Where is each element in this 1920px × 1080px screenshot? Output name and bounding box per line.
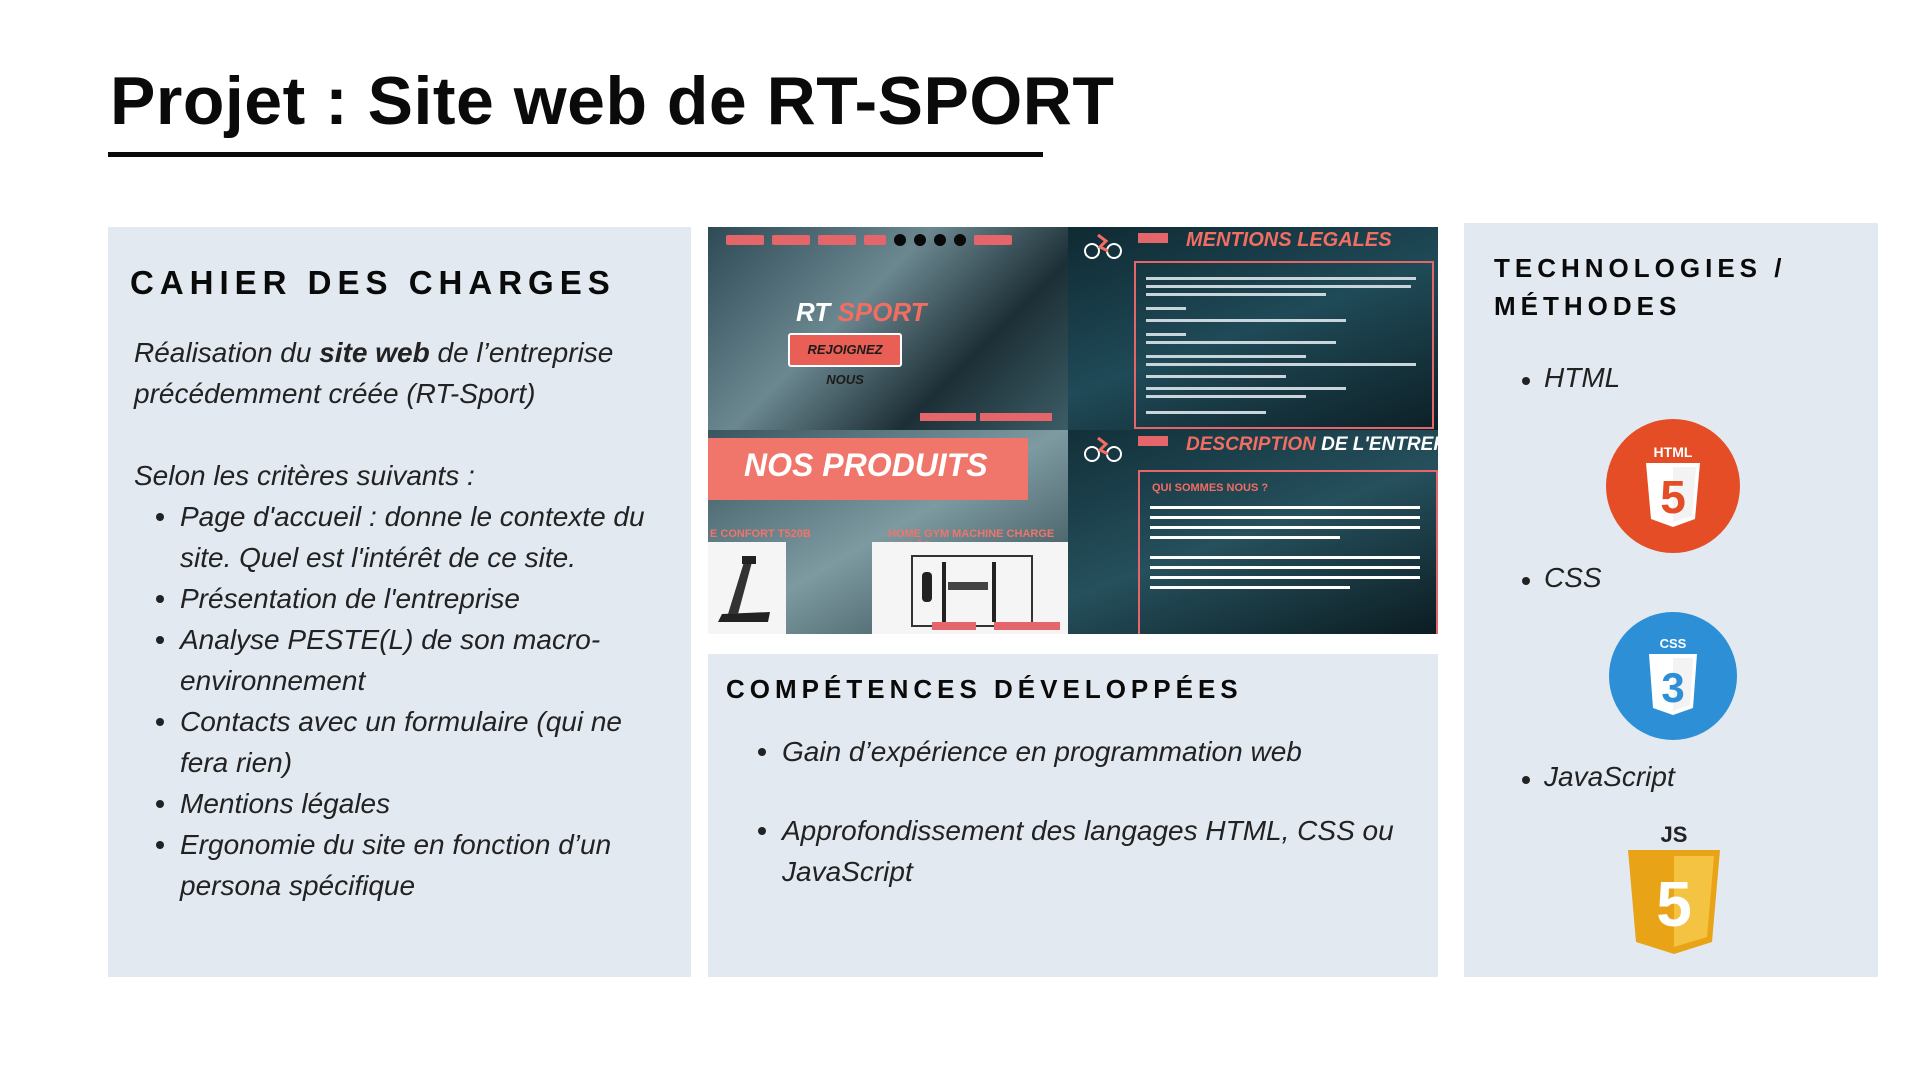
text-line [1146,307,1186,310]
twitter-icon [934,234,946,246]
treadmill-icon [718,556,770,622]
homepage-screenshot: RT SPORT REJOIGNEZ NOUS [708,227,1068,430]
mentions-title: MENTIONS LEGALES [1186,229,1392,251]
competences-list: Gain d’expérience en programmation web A… [758,731,1418,892]
html5-icon: HTML 5 [1606,419,1740,553]
html5-shield: HTML 5 [1646,444,1700,527]
html-badge-text: HTML [1654,444,1693,460]
text-line [1150,516,1420,519]
description-screenshot: DESCRIPTION DE L'ENTREPPRIS QUI SOMMES N… [1068,430,1438,634]
css-badge-text: CSS [1660,636,1687,651]
css3-icon: CSS 3 [1609,612,1737,740]
list-item: Gain d’expérience en programmation web [758,731,1418,772]
text-line [1146,319,1346,322]
back-chip [1138,233,1168,243]
title-underline [108,152,1043,157]
tech-item-html: HTML [1521,362,1621,393]
legal-text-box [1134,261,1434,429]
list-item: Page d'accueil : donne le contexte du si… [156,496,671,578]
back-chip [1138,436,1168,446]
list-item: Approfondissement des langages HTML, CSS… [758,810,1418,892]
product-card [872,542,1068,634]
intro-paragraph: Réalisation du site web de l’entreprise … [134,332,671,414]
nav-chip [818,235,856,245]
text-line [1146,341,1336,344]
list-item: Ergonomie du site en fonction d’un perso… [156,824,671,906]
list-item: Mentions légales [156,783,671,824]
mini-button [980,413,1052,421]
facebook-icon [914,234,926,246]
description-accent: DESCRIPTION [1186,434,1316,455]
text-line [1150,526,1420,529]
criteria-intro: Selon les critères suivants : [134,460,475,491]
cahier-heading: CAHIER DES CHARGES [130,264,616,301]
list-item: Contacts avec un formulaire (qui ne fera… [156,701,671,783]
logo-rt: RT [796,297,831,327]
description-text-box: QUI SOMMES NOUS ? [1138,470,1438,634]
text-line [1146,355,1306,358]
text-line [1146,285,1411,288]
text-line [1150,566,1420,569]
mini-button [920,413,976,421]
cahier-des-charges-panel: CAHIER DES CHARGES Réalisation du site w… [108,227,691,977]
website-screenshots-collage: RT SPORT REJOIGNEZ NOUS MENTIONS LEGALES [708,227,1438,634]
description-rest: DE L'ENTREPPRIS [1321,434,1438,455]
technologies-heading-line2: MÉTHODES [1494,291,1682,321]
js-icon: JS 5 [1628,822,1720,954]
page-title: Projet : Site web de RT-SPORT [110,63,1115,139]
nav-chip [772,235,810,245]
css3-shield: CSS 3 [1649,636,1697,715]
text-line [1150,556,1420,559]
list-item: Analyse PESTE(L) de son macro-environnem… [156,619,671,701]
text-line [1150,576,1420,579]
product-card [708,542,786,634]
html-badge-digit: 5 [1660,471,1686,523]
rt-sport-logo: RT SPORT [796,297,927,328]
runner-logo-icon [1084,436,1122,462]
mentions-legales-screenshot: MENTIONS LEGALES [1068,227,1438,430]
technologies-heading-line1: TECHNOLOGIES / [1494,253,1787,283]
tech-item-javascript: JavaScript [1522,761,1675,792]
produits-title: NOS PRODUITS [744,447,988,483]
text-line [1146,395,1306,398]
js-badge-digit: 5 [1656,868,1692,940]
rejoignez-button: REJOIGNEZ NOUS [788,333,902,387]
text-line [1146,387,1346,390]
nav-chip [726,235,764,245]
text-line [1150,506,1420,509]
mini-button [994,622,1060,630]
text-line [1150,586,1350,589]
nav-chip [974,235,1012,245]
tech-item-css: CSS [1522,562,1602,593]
intro-text-before: Réalisation du [134,337,320,368]
nav-chip [864,235,886,245]
text-line [1146,333,1186,336]
text-line [1146,293,1326,296]
competences-panel: COMPÉTENCES DÉVELOPPÉES Gain d’expérienc… [708,654,1438,977]
runner-logo-icon [1084,233,1122,259]
product-label: E CONFORT T520B [710,528,811,540]
competences-heading: COMPÉTENCES DÉVELOPPÉES [726,674,1243,704]
text-line [1146,375,1286,378]
list-item: Présentation de l'entreprise [156,578,671,619]
qui-sommes-nous: QUI SOMMES NOUS ? [1152,482,1269,494]
home-gym-icon [911,555,1033,627]
text-line [1146,411,1266,414]
logo-sport: SPORT [837,297,927,327]
intro-bold-text: site web [319,337,430,368]
screenshot-navbar [726,233,1058,247]
criteria-list: Page d'accueil : donne le contexte du si… [156,496,671,906]
technologies-panel: TECHNOLOGIES / MÉTHODES HTML HTML 5 CSS … [1464,223,1878,977]
instagram-icon [894,234,906,246]
text-line [1146,363,1416,366]
css-badge-digit: 3 [1661,664,1684,711]
description-title: DESCRIPTION DE L'ENTREPPRIS [1186,434,1438,456]
mini-button [932,622,976,630]
text-line [1146,277,1416,280]
youtube-icon [954,234,966,246]
text-line [1150,536,1340,539]
produits-screenshot: NOS PRODUITS E CONFORT T520B HOME GYM MA… [708,430,1068,634]
js-badge-text: JS [1661,822,1688,847]
